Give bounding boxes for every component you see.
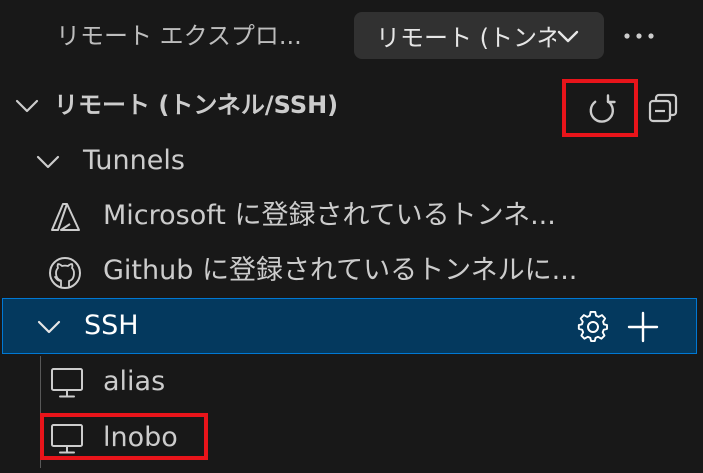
tree-item-microsoft-tunnels[interactable]: Microsoft に登録されているトンネ...: [0, 188, 703, 244]
annotation-highlight-box: [40, 413, 208, 460]
plus-icon[interactable]: [626, 310, 660, 344]
chevron-down-icon: [15, 99, 39, 113]
chevron-down-icon: [37, 320, 61, 334]
tree-item-ssh-host-alias[interactable]: alias: [0, 354, 703, 410]
tree-item-label: Github に登録されているトンネルに...: [103, 255, 578, 286]
remote-view-select-label: リモート (トンネル/SSH): [376, 24, 556, 52]
github-icon: [49, 257, 81, 289]
monitor-icon: [51, 368, 83, 398]
gear-icon[interactable]: [576, 310, 610, 344]
tree-item-label: alias: [103, 366, 166, 397]
tree-item-label: Microsoft に登録されているトンネ...: [103, 200, 556, 231]
azure-icon: [51, 203, 80, 231]
tree-group-tunnels[interactable]: Tunnels: [0, 133, 703, 189]
section-title: リモート (トンネル/SSH): [54, 91, 339, 119]
chevron-down-icon: [36, 155, 60, 169]
remote-explorer-panel: リモート エクスプロ... リモート (トンネル/SSH) リモート (トンネル…: [0, 0, 703, 473]
collapse-all-icon[interactable]: [646, 91, 682, 127]
remote-view-select[interactable]: リモート (トンネル/SSH): [354, 12, 604, 59]
tree-item-github-tunnels[interactable]: Github に登録されているトンネルに...: [0, 243, 703, 299]
ellipsis-icon[interactable]: [621, 22, 657, 50]
tree-group-label: SSH: [84, 310, 139, 341]
refresh-button[interactable]: [562, 79, 638, 137]
refresh-icon: [589, 94, 616, 123]
panel-title: リモート エクスプロ...: [56, 22, 302, 50]
panel-titlebar: リモート エクスプロ... リモート (トンネル/SSH): [0, 0, 703, 72]
tree-group-ssh[interactable]: SSH: [2, 298, 697, 354]
chevron-down-icon: [557, 30, 579, 43]
section-header-remote[interactable]: リモート (トンネル/SSH): [0, 77, 703, 137]
tree-group-label: Tunnels: [83, 145, 185, 176]
